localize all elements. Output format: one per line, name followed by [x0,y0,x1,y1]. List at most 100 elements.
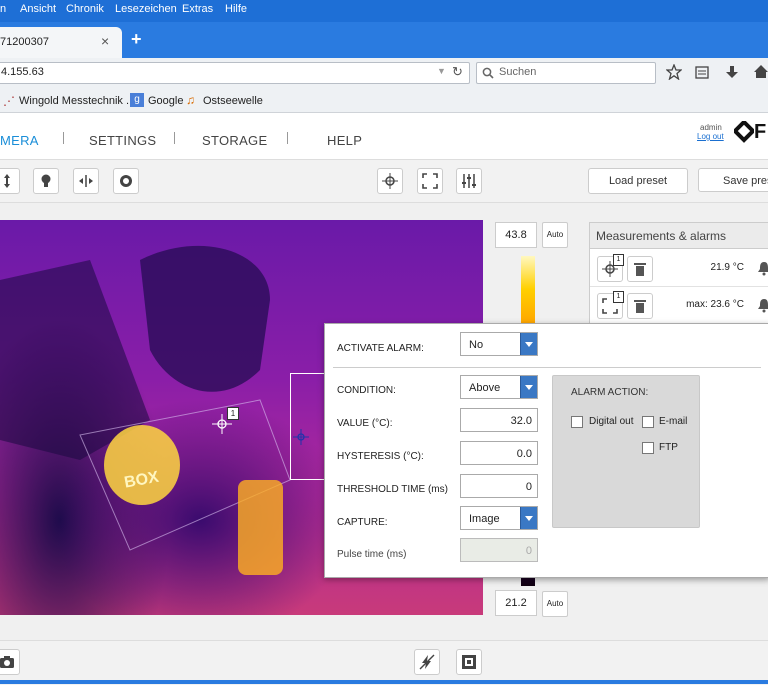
up-down-arrows-icon [4,174,10,188]
email-label: E-mail [659,416,688,427]
scale-min-value[interactable]: 21.2 [495,590,537,616]
nav-help[interactable]: HELP [327,133,362,148]
measurement-value: 21.9 °C [710,262,744,273]
logout-link[interactable]: Log out [697,132,724,141]
email-checkbox[interactable] [642,416,654,428]
bookmark-ostseewelle[interactable]: Ostseewelle [203,95,263,107]
horizontal-split-button[interactable] [73,168,99,194]
bell-icon[interactable] [756,297,768,313]
capture-select[interactable]: Image [460,506,538,530]
alarm-action-group: ALARM ACTION: Digital out E-mail FTP [552,375,700,528]
google-icon: g [130,93,144,107]
search-icon [482,67,494,79]
pulse-time-input: 0 [460,538,538,562]
lamp-button[interactable] [33,168,59,194]
activate-alarm-select[interactable]: No [460,332,538,356]
condition-select[interactable]: Above [460,375,538,399]
headphones-icon: ♫ [186,93,195,107]
menu-item-history[interactable]: Chronik [66,3,104,15]
menu-item-file[interactable]: n [0,3,6,15]
nav-divider [63,132,64,144]
measurement-badge: 1 [613,291,624,303]
scale-max-auto-button[interactable]: Auto [542,222,568,248]
tab-title: 71200307 [0,36,49,48]
record-button[interactable] [113,168,139,194]
measurements-title: Measurements & alarms [590,223,768,249]
menu-item-help[interactable]: Hilfe [225,3,247,15]
trash-icon [634,263,646,276]
new-tab-button[interactable]: + [131,29,142,50]
browser-tab[interactable]: 71200307 × [0,27,122,58]
activate-alarm-value: No [469,339,484,351]
scale-min-auto-button[interactable]: Auto [542,591,568,617]
reload-icon[interactable]: ↻ [452,64,463,80]
bookmark-wingold[interactable]: Wingold Messtechnik ... [19,95,135,107]
home-icon[interactable] [753,63,768,79]
star-icon[interactable] [666,64,682,80]
measurement-badge: 1 [613,254,624,266]
app-nav: MERA SETTINGS STORAGE HELP admin Log out… [0,113,768,160]
camera-icon [0,656,14,668]
divider [333,367,761,368]
chevron-down-icon [520,507,537,529]
snapshot-button[interactable] [0,649,20,675]
menu-item-view[interactable]: Ansicht [20,3,56,15]
url-dropdown-icon[interactable]: ▼ [437,66,446,76]
bell-icon[interactable] [756,260,768,276]
user-name: admin [700,123,722,132]
camera-toolbar: Load preset Save pres [0,160,768,203]
download-icon[interactable] [724,64,740,80]
delete-measurement-button[interactable] [627,256,653,282]
left-right-arrows-icon [79,175,93,187]
nav-settings[interactable]: SETTINGS [89,133,156,148]
bottom-toolbar [0,640,768,685]
add-spot-button[interactable] [377,168,403,194]
chevron-down-icon [520,333,537,355]
value-label: VALUE (°C): [337,418,393,429]
nav-storage[interactable]: STORAGE [202,133,267,148]
value-input[interactable]: 32.0 [460,408,538,432]
nav-camera[interactable]: MERA [0,133,39,148]
condition-value: Above [469,382,501,394]
load-preset-button[interactable]: Load preset [588,168,688,194]
menu-item-bookmarks[interactable]: Lesezeichen [115,3,177,15]
measurement-row: 1 max: 23.6 °C [590,287,768,324]
bookmark-google[interactable]: Google [148,95,183,107]
threshold-time-input[interactable]: 0 [460,474,538,498]
taskbar-edge [0,680,768,684]
ftp-checkbox[interactable] [642,442,654,454]
adjust-button[interactable] [456,168,482,194]
url-text: 4.155.63 [1,66,44,78]
delete-measurement-button[interactable] [627,293,653,319]
menu-item-tools[interactable]: Extras [182,3,213,15]
digital-out-checkbox[interactable] [571,416,583,428]
search-input[interactable]: Suchen [476,62,656,84]
chevron-down-icon [520,376,537,398]
crosshair-icon [382,173,398,189]
freeze-button[interactable] [414,649,440,675]
nav-divider [174,132,175,144]
alarm-action-title: ALARM ACTION: [571,387,649,398]
url-input[interactable]: 4.155.63 ▼ ↻ [0,62,470,84]
reading-list-icon[interactable] [694,64,710,80]
measurement-value: max: 23.6 °C [686,299,744,310]
circle-icon [120,175,132,187]
tab-close-icon[interactable]: × [101,33,109,49]
measurement-row: 1 21.9 °C [590,250,768,287]
bulb-icon [41,174,51,187]
add-box-button[interactable] [417,168,443,194]
bookmarks-bar: ⋰ Wingold Messtechnik ... g Google ♫ Ost… [0,90,768,113]
browser-menubar: n Ansicht Chronik Lesezeichen Extras Hil… [0,0,768,22]
scale-max-value[interactable]: 43.8 [495,222,537,248]
trash-icon [634,300,646,313]
condition-label: CONDITION: [337,385,396,396]
hysteresis-input[interactable]: 0.0 [460,441,538,465]
box-center-marker-icon [293,429,309,445]
fit-icon [462,655,476,669]
save-preset-button[interactable]: Save pres [698,168,768,192]
box-corners-icon [422,173,438,189]
focus-button[interactable] [0,168,20,194]
spot-marker-badge: 1 [227,407,239,420]
sliders-icon [462,174,476,188]
fit-screen-button[interactable] [456,649,482,675]
